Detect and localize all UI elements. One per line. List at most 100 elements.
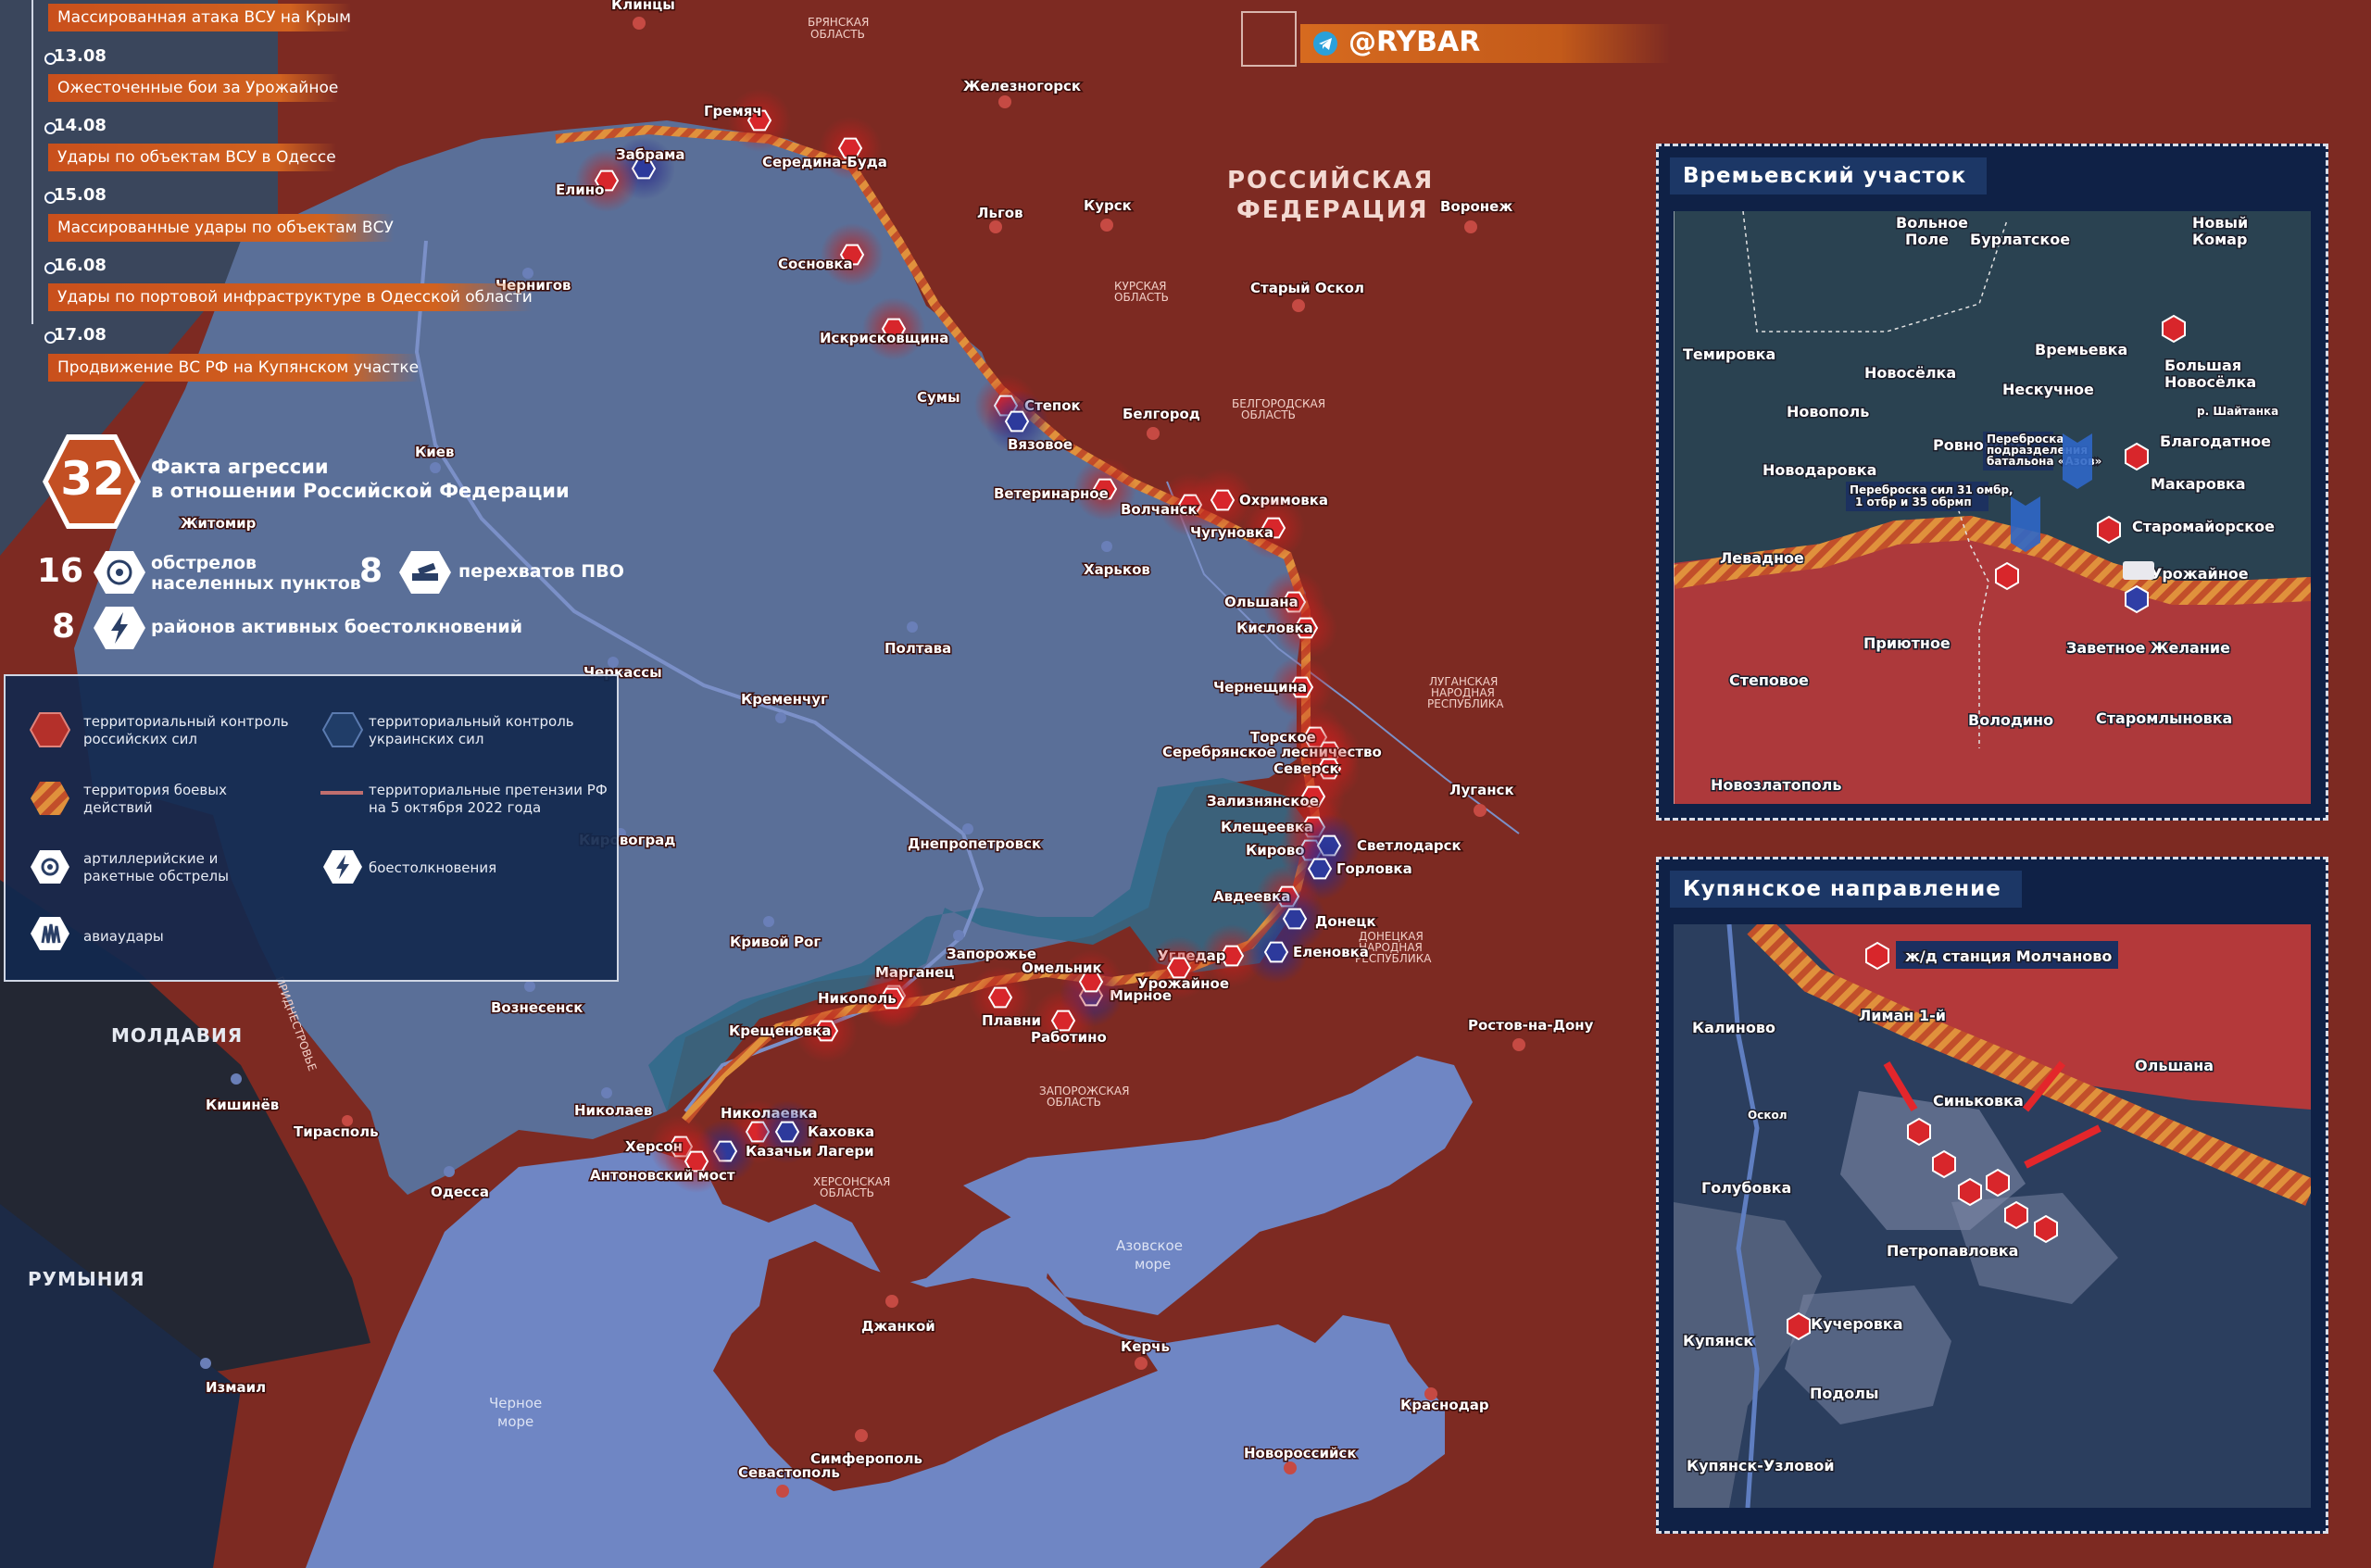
shell-marker-icon <box>987 986 1013 1009</box>
svg-text:Сумы: Сумы <box>917 389 960 406</box>
front-point-label: Кисловка <box>1236 620 1313 636</box>
svg-text:Урожайное: Урожайное <box>2151 565 2249 583</box>
svg-text:море: море <box>497 1413 533 1430</box>
pvo-marker-icon <box>1263 941 1289 963</box>
pvo-marker-icon <box>774 1121 800 1143</box>
target-icon <box>94 551 145 594</box>
svg-text:Севастополь: Севастополь <box>738 1464 840 1481</box>
timeline-date-6: 17.08 <box>54 325 107 345</box>
svg-text:Вольное: Вольное <box>1896 214 1968 232</box>
front-point-label: Гремяч <box>704 103 762 119</box>
svg-text:Краснодар: Краснодар <box>1400 1397 1489 1413</box>
svg-text:Новозлатополь: Новозлатополь <box>1711 776 1841 794</box>
front-point-label: Сосновка <box>778 256 853 272</box>
svg-text:Льгов: Льгов <box>977 205 1023 221</box>
svg-text:Одесса: Одесса <box>431 1184 489 1200</box>
svg-text:Старый Оскол: Старый Оскол <box>1250 280 1364 296</box>
svg-text:Старомлыновка: Старомлыновка <box>2096 709 2232 727</box>
front-point-label: Вязовое <box>1008 436 1073 453</box>
timeline-event-2: Ожесточенные бои за Урожайное <box>48 74 339 102</box>
svg-text:Кишинёв: Кишинёв <box>206 1097 279 1113</box>
svg-text:ж/д станция Молчаново: ж/д станция Молчаново <box>1905 947 2112 965</box>
pvo-marker-icon <box>1004 410 1030 433</box>
legend-airstrikes: авиаудары <box>83 928 164 945</box>
svg-text:Полтава: Полтава <box>884 640 951 657</box>
svg-text:Володино: Володино <box>1968 711 2053 729</box>
front-point-label: Середина-Буда <box>762 154 887 170</box>
air-defense-icon <box>399 551 451 594</box>
svg-text:море: море <box>1135 1256 1171 1273</box>
shelling-count: 16 <box>37 552 84 590</box>
pvo-label: перехватов ПВО <box>458 561 624 582</box>
map-legend: территориальный контроль российских сил … <box>4 674 619 982</box>
brand-handle: @RYBAR <box>1349 26 1481 58</box>
svg-text:Переброска сил 31 омбр,: Переброска сил 31 омбр, <box>1850 483 2013 496</box>
svg-text:р. Шайтанка: р. Шайтанка <box>2197 405 2278 418</box>
timeline-event-5: Удары по портовой инфраструктуре в Одесс… <box>48 283 533 311</box>
svg-text:Ольшана: Ольшана <box>2135 1057 2214 1074</box>
timeline-date-3: 14.08 <box>54 116 107 135</box>
svg-text:Приютное: Приютное <box>1863 634 1951 652</box>
svg-text:Курск: Курск <box>1084 197 1132 214</box>
svg-text:Времьевка: Времьевка <box>2035 341 2127 358</box>
front-point-label: Светлодарск <box>1357 837 1461 854</box>
svg-text:Калиново: Калиново <box>1692 1019 1775 1036</box>
clash-count: 8 <box>52 608 76 646</box>
svg-text:Новороссийск: Новороссийск <box>1244 1445 1357 1461</box>
inset-kupyansk-map: ж/д станция Молчаново Лиман 1-й Калиново… <box>1674 924 2311 1508</box>
inset-kupyansk: ж/д станция Молчаново Лиман 1-й Калиново… <box>1656 857 2328 1534</box>
svg-text:Лиман 1-й: Лиман 1-й <box>1859 1007 1946 1024</box>
svg-text:Днепропетровск: Днепропетровск <box>908 835 1041 852</box>
svg-text:Оскол: Оскол <box>1748 1109 1788 1122</box>
svg-text:ФЕДЕРАЦИЯ: ФЕДЕРАЦИЯ <box>1236 196 1429 224</box>
svg-text:Кучеровка: Кучеровка <box>1811 1315 1903 1333</box>
front-point-label: Работино <box>1031 1029 1107 1046</box>
front-point-label: Волчанск <box>1121 501 1198 518</box>
svg-text:Вознесенск: Вознесенск <box>491 999 583 1016</box>
legend-ru-control: территориальный контроль российских сил <box>83 713 289 747</box>
pvo-count: 8 <box>359 552 383 590</box>
shell-marker-icon <box>1210 489 1236 511</box>
svg-text:Голубовка: Голубовка <box>1701 1179 1791 1197</box>
inset-vremevka-title: Времьевский участок <box>1670 157 1988 194</box>
svg-text:Комар: Комар <box>2192 231 2247 248</box>
front-point-label: Еленовка <box>1293 944 1369 960</box>
svg-text:Большая: Большая <box>2164 357 2241 374</box>
svg-text:Купянск-Узловой: Купянск-Узловой <box>1687 1457 1835 1474</box>
front-point-label: Плавни <box>982 1012 1041 1029</box>
front-point-label: Чугуновка <box>1190 524 1273 541</box>
svg-text:Синьковка: Синьковка <box>1933 1092 2024 1110</box>
front-point-label: Крещеновка <box>729 1022 831 1039</box>
svg-text:Макаровка: Макаровка <box>2151 475 2246 493</box>
timeline-date-2: 13.08 <box>54 46 107 66</box>
timeline-date-4: 15.08 <box>54 185 107 205</box>
clash-label: районов активных боестолкновений <box>151 617 523 637</box>
svg-text:Новосёлка: Новосёлка <box>1864 364 1956 382</box>
svg-text:Клинцы: Клинцы <box>611 0 675 13</box>
svg-text:Новосёлка: Новосёлка <box>2164 373 2256 391</box>
svg-text:Подолы: Подолы <box>1810 1385 1878 1402</box>
svg-text:Новый: Новый <box>2192 214 2248 232</box>
svg-text:Петропавловка: Петропавловка <box>1887 1242 2018 1260</box>
shelling-label-2: населенных пунктов <box>151 573 361 594</box>
svg-text:Бурлатское: Бурлатское <box>1970 231 2070 248</box>
svg-text:1 отбр и 35 обрмп: 1 отбр и 35 обрмп <box>1855 495 1972 508</box>
front-point-label: Горловка <box>1336 860 1412 877</box>
svg-text:Киев: Киев <box>415 444 454 460</box>
inset-vremevka-map: Вольное Поле Бурлатское Новый Комар Теми… <box>1674 211 2311 804</box>
svg-text:ОБЛАСТЬ: ОБЛАСТЬ <box>1047 1096 1101 1109</box>
claims-line-swatch <box>320 791 363 795</box>
brand-bar: @RYBAR <box>1300 24 1671 63</box>
inset-kupyansk-title: Купянское направление <box>1670 871 2022 908</box>
svg-text:Измаил: Измаил <box>206 1379 266 1396</box>
logo-frame <box>1241 11 1297 67</box>
svg-text:Воронеж: Воронеж <box>1440 198 1512 215</box>
legend-combat-zone: территория боевых действий <box>83 782 227 816</box>
svg-text:РУМЫНИЯ: РУМЫНИЯ <box>28 1268 145 1290</box>
legend-clashes: боестолкновения <box>369 859 497 876</box>
timeline-event-4: Массированные удары по объектам ВСУ <box>48 214 394 242</box>
front-point-label: Ветеринарное <box>994 485 1109 502</box>
shelling-label-1: обстрелов <box>151 553 257 573</box>
svg-text:Кременчуг: Кременчуг <box>741 691 828 708</box>
front-point-label: Каховка <box>808 1123 874 1140</box>
